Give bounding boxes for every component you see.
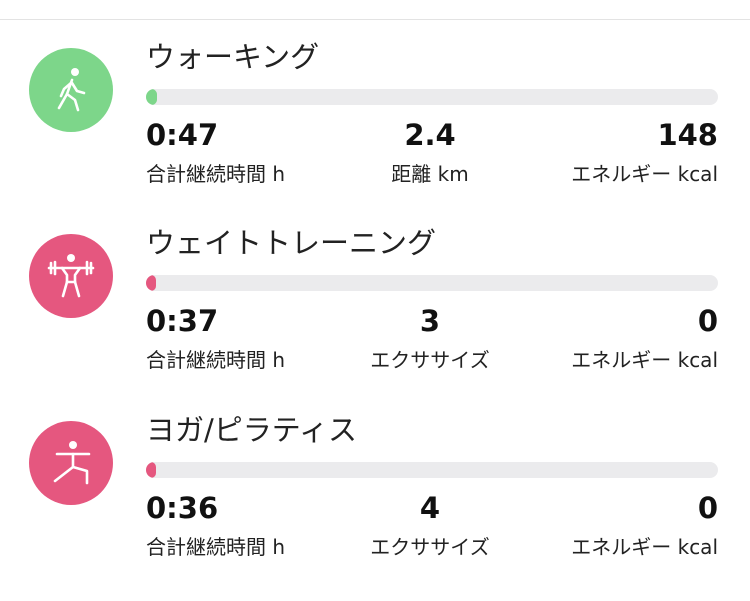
energy-value: 0 xyxy=(697,491,718,525)
duration-value: 0:37 xyxy=(146,304,219,338)
duration-value: 0:36 xyxy=(146,491,219,525)
distance-label: 距離 km xyxy=(391,162,469,186)
exercise-count-label: エクササイズ xyxy=(370,348,490,372)
progress-fill xyxy=(146,462,156,478)
activity-walking[interactable]: ウォーキング 0:47 2.4 148 合計継続時間 h 距離 km エネルギー… xyxy=(0,17,750,187)
distance-value: 2.4 xyxy=(404,118,456,152)
energy-label: エネルギー kcal xyxy=(571,535,718,559)
energy-value: 148 xyxy=(657,118,718,152)
exercise-count-label: エクササイズ xyxy=(370,535,490,559)
duration-value: 0:47 xyxy=(146,118,219,152)
activity-weight-training[interactable]: ウェイトトレーニング 0:37 3 0 合計継続時間 h エクササイズ エネルギ… xyxy=(0,203,750,373)
exercise-count-value: 3 xyxy=(419,304,441,338)
progress-track xyxy=(146,462,718,478)
walking-person-icon xyxy=(29,48,113,132)
energy-value: 0 xyxy=(697,304,718,338)
exercise-count-value: 4 xyxy=(419,491,441,525)
activity-name: ヨガ/ピラティス xyxy=(146,413,358,447)
energy-label: エネルギー kcal xyxy=(571,348,718,372)
yoga-pose-icon xyxy=(29,421,113,505)
progress-track xyxy=(146,89,718,105)
progress-track xyxy=(146,275,718,291)
activity-name: ウォーキング xyxy=(146,40,320,74)
activity-name: ウェイトトレーニング xyxy=(146,226,437,260)
progress-fill xyxy=(146,275,156,291)
duration-label: 合計継続時間 h xyxy=(146,535,286,559)
progress-fill xyxy=(146,89,158,105)
weightlifting-icon xyxy=(29,234,113,318)
energy-label: エネルギー kcal xyxy=(571,162,718,186)
duration-label: 合計継続時間 h xyxy=(146,348,286,372)
activity-yoga-pilates[interactable]: ヨガ/ピラティス 0:36 4 0 合計継続時間 h エクササイズ エネルギー … xyxy=(0,390,750,560)
duration-label: 合計継続時間 h xyxy=(146,162,286,186)
